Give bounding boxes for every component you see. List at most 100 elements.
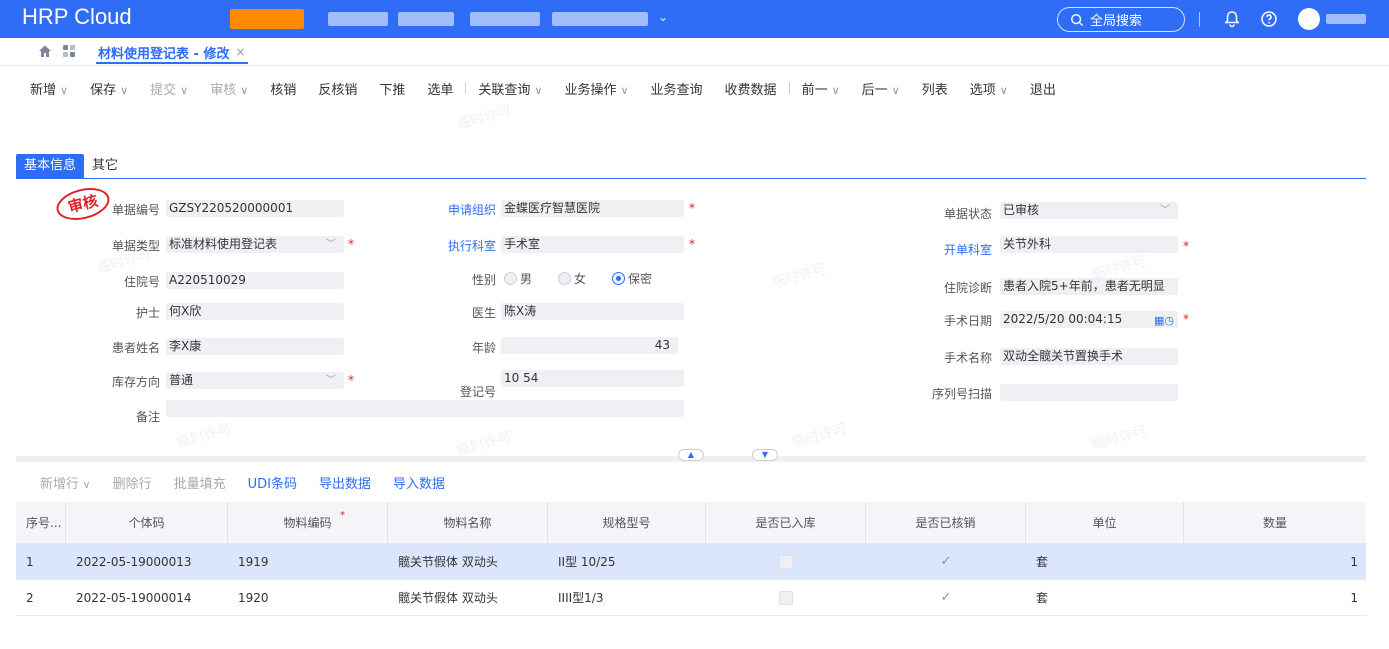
table-cell-written-off[interactable]: ✓: [866, 580, 1026, 615]
nurse-field[interactable]: 何X欣: [166, 303, 344, 320]
toolbar-button-1[interactable]: 保存 ∨: [90, 79, 128, 98]
toolbar-button-0[interactable]: 新增 ∨: [30, 79, 68, 98]
org-name-2[interactable]: [398, 12, 454, 26]
column-header[interactable]: 规格型号: [548, 502, 706, 543]
table-cell-code[interactable]: 2022-05-19000013: [66, 544, 228, 579]
table-cell-qty[interactable]: 1: [1184, 544, 1366, 579]
exec-dept-field[interactable]: 手术室: [501, 236, 684, 253]
column-header[interactable]: 是否已入库: [706, 502, 866, 543]
user-avatar[interactable]: [1298, 8, 1320, 30]
checkmark-icon[interactable]: ✓: [941, 554, 952, 569]
remark-field[interactable]: [166, 400, 684, 417]
table-cell-seq[interactable]: 2: [16, 580, 66, 615]
bill-no-field[interactable]: GZSY220520000001: [166, 200, 344, 217]
collapse-down-button[interactable]: ▼: [752, 449, 778, 461]
table-cell-seq[interactable]: 1: [16, 544, 66, 579]
brand-logo[interactable]: HRP Cloud: [22, 4, 132, 30]
collapse-up-button[interactable]: ▲: [678, 449, 704, 461]
table-cell-spec[interactable]: II型 10/25: [548, 544, 706, 579]
patient-name-field[interactable]: 李X康: [166, 338, 344, 355]
apply-org-field[interactable]: 金蝶医疗智慧医院: [501, 200, 684, 217]
table-cell-unit[interactable]: 套: [1026, 580, 1184, 615]
toolbar-button-16[interactable]: 退出: [1030, 79, 1056, 98]
inpatient-no-field[interactable]: A220510029: [166, 272, 344, 289]
table-cell-material-no[interactable]: 1919: [228, 544, 388, 579]
tab-basic-info[interactable]: 基本信息: [16, 154, 85, 178]
checkbox-unchecked[interactable]: [779, 590, 793, 605]
toolbar-button-3[interactable]: 审核 ∨: [210, 79, 248, 98]
toolbar-button-6[interactable]: 下推: [379, 79, 405, 98]
gender-option-male[interactable]: 男: [504, 270, 532, 287]
column-header[interactable]: 数量: [1184, 502, 1366, 543]
tab-other[interactable]: 其它: [84, 154, 126, 178]
exec-dept-label[interactable]: 执行科室: [416, 237, 496, 254]
column-header[interactable]: 单位: [1026, 502, 1184, 543]
calendar-clock-icon[interactable]: ▦◷: [1154, 312, 1174, 328]
open-dept-label[interactable]: 开单科室: [896, 241, 992, 258]
table-cell-material-no[interactable]: 1920: [228, 580, 388, 615]
gender-option-female[interactable]: 女: [558, 270, 586, 287]
diagnosis-field[interactable]: 患者入院5+年前，患者无明显: [1000, 278, 1178, 295]
toolbar-button-5[interactable]: 反核销: [318, 79, 357, 98]
toolbar-button-2[interactable]: 提交 ∨: [150, 79, 188, 98]
column-header[interactable]: 物料名称: [388, 502, 548, 543]
chevron-down-icon[interactable]: ⌄: [658, 10, 668, 24]
toolbar-button-15[interactable]: 选项 ∨: [970, 79, 1008, 98]
org-name-4[interactable]: [552, 12, 648, 26]
gender-option-secret[interactable]: 保密: [612, 270, 652, 287]
detail-toolbar-button-5[interactable]: 导入数据: [393, 473, 445, 492]
table-row[interactable]: 2 2022-05-19000014 1920 髋关节假体 双动头 IIII型1/3 ✓ 套…: [16, 580, 1366, 616]
table-cell-material-name[interactable]: 髋关节假体 双动头: [388, 580, 548, 615]
column-header[interactable]: 序号...: [16, 502, 66, 543]
detail-toolbar-button-1[interactable]: 删除行: [113, 473, 152, 492]
apps-icon[interactable]: [62, 44, 76, 58]
apply-org-label[interactable]: 申请组织: [416, 201, 496, 218]
doctor-field[interactable]: 陈X涛: [501, 303, 684, 320]
detail-toolbar-button-0[interactable]: 新增行 ∨: [40, 473, 91, 492]
status-select[interactable]: 已审核 ﹀: [1000, 202, 1178, 219]
toolbar-button-13[interactable]: 后一 ∨: [862, 79, 900, 98]
tab-material-usage-edit[interactable]: 材料使用登记表 - 修改 ×: [96, 42, 248, 64]
user-name[interactable]: [1326, 14, 1366, 24]
table-cell-material-name[interactable]: 髋关节假体 双动头: [388, 544, 548, 579]
toolbar-button-10[interactable]: 业务查询: [651, 79, 703, 98]
home-icon[interactable]: [38, 44, 52, 58]
reg-no-field[interactable]: 10 54: [501, 370, 684, 387]
toolbar-button-11[interactable]: 收费数据: [725, 79, 777, 98]
detail-toolbar-button-4[interactable]: 导出数据: [319, 473, 371, 492]
toolbar-button-7[interactable]: 选单: [427, 79, 453, 98]
toolbar-button-9[interactable]: 业务操作 ∨: [564, 79, 628, 98]
table-cell-in-stock[interactable]: [706, 580, 866, 615]
table-cell-code[interactable]: 2022-05-19000014: [66, 580, 228, 615]
table-cell-qty[interactable]: 1: [1184, 580, 1366, 615]
surgery-name-field[interactable]: 双动全髋关节置换手术: [1000, 348, 1178, 365]
toolbar-button-14[interactable]: 列表: [922, 79, 948, 98]
column-header[interactable]: 是否已核销: [866, 502, 1026, 543]
detail-toolbar-button-2[interactable]: 批量填充: [174, 473, 226, 492]
serial-scan-field[interactable]: [1000, 384, 1178, 401]
org-badge[interactable]: [230, 9, 304, 29]
org-name[interactable]: [328, 12, 388, 26]
table-cell-written-off[interactable]: ✓: [866, 544, 1026, 579]
stock-direction-select[interactable]: 普通 ﹀: [166, 372, 344, 389]
toolbar-button-12[interactable]: 前一 ∨: [802, 79, 840, 98]
surgery-date-field[interactable]: 2022/5/20 00:04:15 ▦◷: [1000, 311, 1178, 328]
checkbox-unchecked[interactable]: [779, 554, 793, 569]
open-dept-field[interactable]: 关节外科: [1000, 236, 1178, 253]
bill-type-select[interactable]: 标准材料使用登记表 ﹀: [166, 236, 344, 253]
column-header[interactable]: 个体码: [66, 502, 228, 543]
toolbar-button-8[interactable]: 关联查询 ∨: [478, 79, 542, 98]
close-icon[interactable]: ×: [235, 45, 245, 59]
table-row[interactable]: 1 2022-05-19000013 1919 髋关节假体 双动头 II型 10/25 ✓…: [16, 544, 1366, 580]
column-header[interactable]: 物料编码 *: [228, 502, 388, 543]
detail-toolbar-button-3[interactable]: UDI条码: [248, 473, 297, 492]
global-search-button[interactable]: 全局搜索: [1057, 7, 1185, 32]
table-cell-in-stock[interactable]: [706, 544, 866, 579]
table-cell-unit[interactable]: 套: [1026, 544, 1184, 579]
bell-icon[interactable]: [1222, 9, 1242, 29]
table-cell-spec[interactable]: IIII型1/3: [548, 580, 706, 615]
toolbar-button-4[interactable]: 核销: [270, 79, 296, 98]
help-icon[interactable]: [1259, 9, 1279, 29]
org-name-3[interactable]: [470, 12, 540, 26]
age-field[interactable]: 43: [501, 337, 678, 354]
